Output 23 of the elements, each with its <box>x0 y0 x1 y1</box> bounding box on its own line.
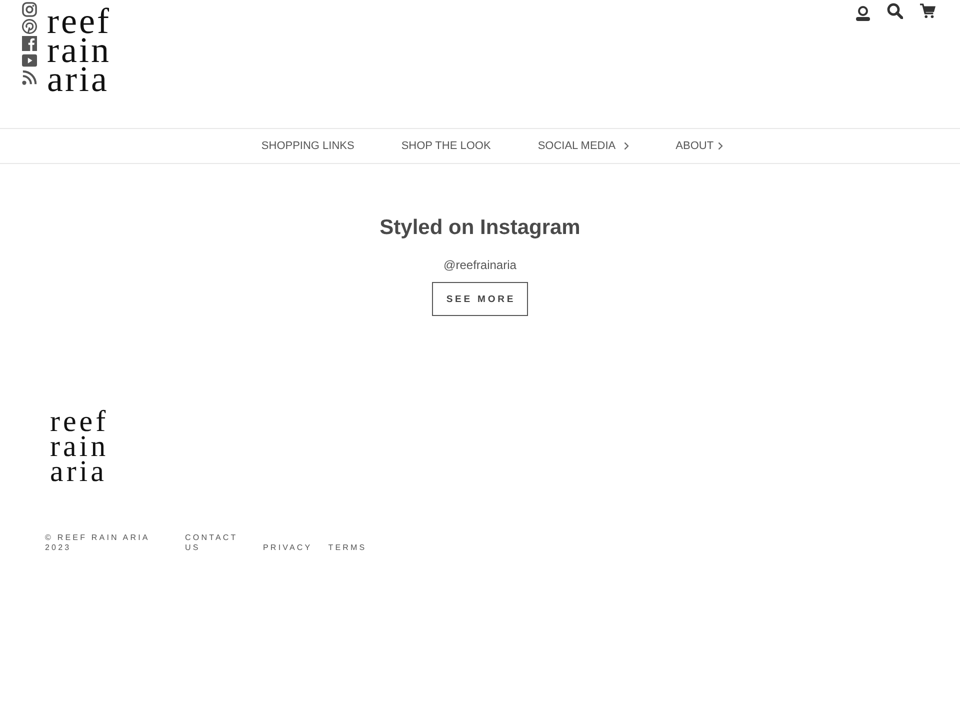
nav-link[interactable]: SHOPPING LINKS <box>261 140 354 152</box>
facebook-icon[interactable] <box>22 36 37 51</box>
nav-link[interactable]: SOCIAL MEDIA <box>538 140 629 152</box>
account-icon[interactable] <box>856 5 870 21</box>
instagram-icon[interactable] <box>22 2 37 17</box>
site-logo[interactable]: reef rain aria <box>47 7 111 94</box>
nav-link[interactable]: ABOUT <box>676 140 723 152</box>
nav-link[interactable]: SHOP THE LOOK <box>401 140 491 152</box>
pinterest-icon[interactable] <box>22 19 37 34</box>
cart-icon[interactable] <box>920 3 936 19</box>
see-more-button[interactable]: SEE MORE <box>432 282 528 316</box>
instagram-handle: @reefrainaria <box>444 258 516 272</box>
section-title: Styled on Instagram <box>380 216 580 240</box>
chevron-icon <box>718 142 723 150</box>
footer-link[interactable]: TERMS <box>328 543 367 553</box>
chevron-icon <box>624 142 629 150</box>
copyright-text: © REEF RAIN ARIA 2023 <box>45 533 150 553</box>
rss-feed-icon[interactable] <box>22 70 37 85</box>
youtube-icon[interactable] <box>22 53 37 68</box>
footer-logo[interactable]: reef rain aria <box>50 409 109 484</box>
search-icon[interactable] <box>887 3 903 19</box>
footer-link[interactable]: CONTACT US <box>185 533 241 553</box>
footer-link[interactable]: PRIVACY <box>263 543 312 553</box>
